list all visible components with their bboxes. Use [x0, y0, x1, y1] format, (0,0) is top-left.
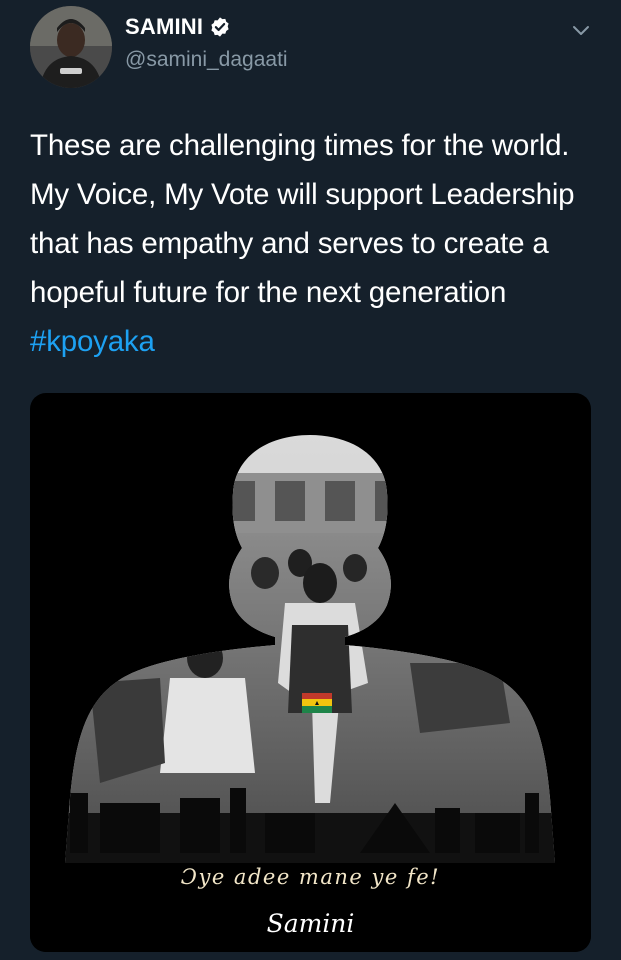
tweet-media-image[interactable]: Ɔye adee mane ye fe! Samini: [30, 393, 591, 952]
tweet-body: These are challenging times for the worl…: [30, 129, 575, 309]
verified-badge-icon: [209, 16, 231, 38]
chevron-down-icon[interactable]: [569, 18, 593, 42]
tweet-text: These are challenging times for the worl…: [30, 121, 595, 366]
hashtag-link[interactable]: #kpoyaka: [30, 325, 155, 358]
author-avatar[interactable]: [30, 6, 112, 88]
author-handle[interactable]: @samini_dagaati: [125, 48, 288, 72]
author-display-name[interactable]: SAMINI: [125, 14, 203, 40]
author-name-row[interactable]: SAMINI: [125, 14, 231, 40]
tweet-card: SAMINI @samini_dagaati These are challen…: [0, 0, 621, 960]
artwork-signature: Samini: [266, 909, 355, 938]
artwork-motto: Ɔye adee mane ye fe!: [180, 865, 441, 889]
